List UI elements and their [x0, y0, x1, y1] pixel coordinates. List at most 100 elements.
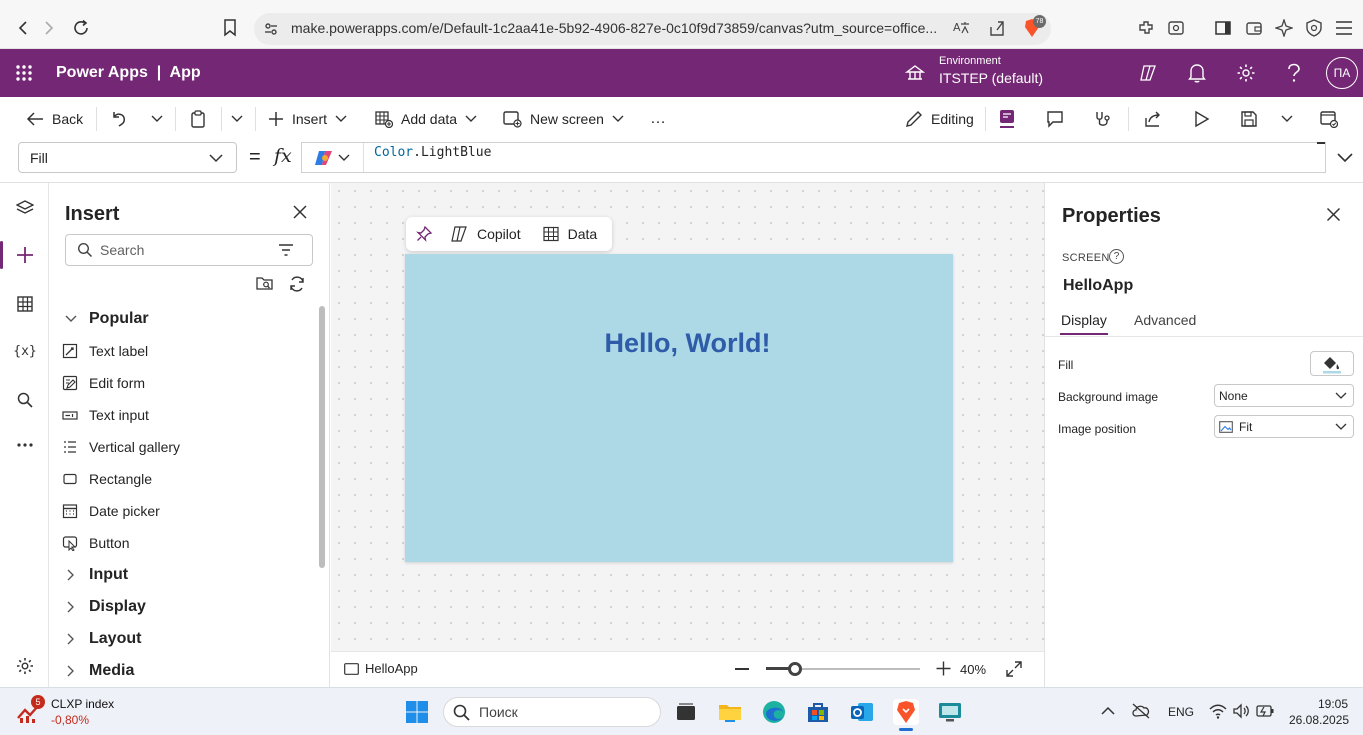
variables-icon[interactable]: {x}: [12, 338, 38, 364]
edge-browser-icon[interactable]: [761, 699, 787, 725]
insert-item-text-input[interactable]: Text input: [62, 404, 149, 426]
help-icon[interactable]: [1282, 61, 1306, 85]
extensions-icon[interactable]: [1135, 17, 1157, 39]
filter-icon[interactable]: [278, 244, 294, 256]
save-dropdown[interactable]: [1281, 108, 1301, 130]
insert-item-button[interactable]: Button: [62, 532, 129, 554]
comments-button[interactable]: [1046, 108, 1072, 130]
clock-time[interactable]: 19:05: [1318, 697, 1348, 711]
publish-button[interactable]: [1320, 108, 1346, 130]
preview-play-button[interactable]: [1194, 108, 1218, 130]
site-settings-icon[interactable]: [260, 18, 282, 40]
undo-dropdown[interactable]: [151, 108, 171, 130]
fill-color-picker[interactable]: [1310, 351, 1354, 376]
bookmark-icon[interactable]: [219, 17, 241, 39]
battery-charging-icon[interactable]: [1256, 704, 1274, 718]
selected-screen-name[interactable]: HelloApp: [1063, 277, 1133, 295]
help-icon[interactable]: ?: [1109, 249, 1124, 264]
widget-name[interactable]: CLXP index: [51, 697, 114, 711]
insert-panel-scrollbar[interactable]: [319, 306, 325, 568]
formula-resize-handle[interactable]: [1317, 142, 1325, 144]
data-button[interactable]: Data: [542, 226, 597, 242]
insert-item-date-picker[interactable]: Date picker: [62, 500, 160, 522]
refresh-icon[interactable]: [288, 275, 306, 293]
more-commands-button[interactable]: …: [650, 108, 666, 130]
menu-icon[interactable]: [1333, 17, 1355, 39]
insert-button[interactable]: Insert: [268, 108, 347, 130]
task-view-icon[interactable]: [673, 699, 699, 725]
insert-item-rectangle[interactable]: Rectangle: [62, 468, 152, 490]
leo-ai-icon[interactable]: [1273, 17, 1295, 39]
health-button[interactable]: [1094, 108, 1120, 130]
wallet-icon[interactable]: [1243, 17, 1265, 39]
url-text[interactable]: make.powerapps.com/e/Default-1c2aa41e-5b…: [291, 20, 937, 36]
insert-item-text-label[interactable]: Text label: [62, 340, 148, 362]
group-display[interactable]: Display: [64, 596, 146, 618]
search-icon[interactable]: [12, 387, 38, 413]
insert-item-edit-form[interactable]: Edit form: [62, 372, 145, 394]
remote-desktop-icon[interactable]: [937, 699, 963, 725]
brave-browser-icon[interactable]: [893, 699, 919, 725]
volume-icon[interactable]: [1232, 703, 1250, 719]
copilot-button[interactable]: Copilot: [450, 226, 521, 242]
close-icon[interactable]: [1326, 207, 1341, 222]
publish-share-button[interactable]: [1144, 108, 1170, 130]
undo-button[interactable]: [110, 108, 136, 130]
paste-dropdown[interactable]: [231, 108, 251, 130]
folder-search-icon[interactable]: [256, 275, 274, 291]
tab-display[interactable]: Display: [1061, 312, 1107, 328]
media-icon[interactable]: [1165, 17, 1187, 39]
property-dropdown[interactable]: [18, 142, 237, 173]
app-checker-button[interactable]: [998, 108, 1024, 130]
notifications-icon[interactable]: [1185, 61, 1209, 85]
translate-icon[interactable]: A: [950, 17, 972, 39]
windows-start-icon[interactable]: [405, 700, 429, 724]
more-ellipsis-icon[interactable]: [12, 432, 38, 458]
tab-advanced[interactable]: Advanced: [1134, 312, 1196, 328]
screen-selector[interactable]: HelloApp: [344, 661, 418, 676]
add-data-button[interactable]: Add data: [375, 108, 477, 130]
app-launcher-icon[interactable]: [12, 61, 36, 85]
chevron-up-icon[interactable]: [1101, 706, 1115, 715]
save-button[interactable]: [1240, 108, 1266, 130]
zoom-in-icon[interactable]: [936, 661, 951, 676]
settings-gear-icon[interactable]: [12, 653, 38, 679]
sidebar-icon[interactable]: [1212, 17, 1234, 39]
image-position-dropdown[interactable]: Fit: [1214, 415, 1354, 438]
group-layout[interactable]: Layout: [64, 628, 141, 650]
forward-arrow-icon[interactable]: [38, 17, 60, 39]
data-table-icon[interactable]: [12, 291, 38, 317]
expand-formula-icon[interactable]: [1337, 153, 1353, 163]
vpn-shield-icon[interactable]: [1303, 17, 1325, 39]
new-screen-button[interactable]: New screen: [503, 108, 624, 130]
insert-item-vertical-gallery[interactable]: Vertical gallery: [62, 436, 180, 458]
cloud-offline-icon[interactable]: [1131, 703, 1151, 719]
wifi-icon[interactable]: [1209, 703, 1227, 719]
outlook-icon[interactable]: [849, 699, 875, 725]
group-input[interactable]: Input: [64, 564, 128, 586]
pin-icon[interactable]: [416, 226, 432, 242]
zoom-out-icon[interactable]: [735, 668, 749, 670]
background-image-dropdown[interactable]: None: [1214, 384, 1354, 407]
microsoft-store-icon[interactable]: [805, 699, 831, 725]
back-arrow-icon[interactable]: [12, 17, 34, 39]
editing-mode-button[interactable]: Editing: [905, 108, 974, 130]
tree-view-layers-icon[interactable]: [12, 195, 38, 221]
close-icon[interactable]: [292, 204, 308, 220]
copilot-icon[interactable]: [1136, 61, 1160, 85]
fit-screen-icon[interactable]: [1006, 661, 1022, 677]
insert-plus-icon[interactable]: [12, 242, 38, 268]
paste-button[interactable]: [190, 108, 214, 130]
keyboard-language[interactable]: ENG: [1168, 705, 1194, 719]
back-button[interactable]: Back: [26, 108, 83, 130]
hello-label[interactable]: Hello, World!: [405, 328, 970, 359]
file-explorer-icon[interactable]: [717, 699, 743, 725]
taskbar-search-input[interactable]: [443, 697, 661, 727]
user-avatar[interactable]: ПА: [1326, 57, 1358, 89]
group-popular[interactable]: Popular: [64, 308, 149, 330]
app-screen[interactable]: [405, 254, 953, 562]
environment-icon[interactable]: [903, 61, 927, 85]
environment-value[interactable]: ITSTEP (default): [939, 70, 1043, 86]
reload-icon[interactable]: [70, 17, 92, 39]
clock-date[interactable]: 26.08.2025: [1289, 713, 1349, 727]
